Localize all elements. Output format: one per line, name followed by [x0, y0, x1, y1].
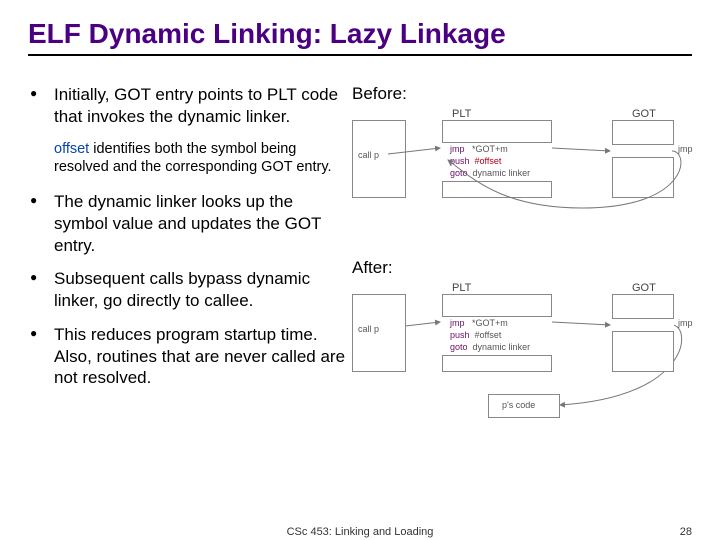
slide: ELF Dynamic Linking: Lazy Linkage Initia…	[0, 0, 720, 540]
content-row: Initially, GOT entry points to PLT code …	[28, 84, 692, 432]
bullet-3: Subsequent calls bypass dynamic linker, …	[28, 268, 348, 312]
bullet-1: Initially, GOT entry points to PLT code …	[28, 84, 348, 128]
footer-center: CSc 453: Linking and Loading	[287, 526, 434, 538]
before-diagram: call p PLT jmp *GOT+m push #offset goto …	[352, 108, 692, 228]
right-column: Before: call p PLT jmp *GOT+m push #offs…	[348, 84, 692, 432]
after-block: After: call p PLT jmp *GOT+m	[352, 258, 692, 432]
sub-bullet: offset identifies both the symbol being …	[28, 140, 348, 178]
slide-title: ELF Dynamic Linking: Lazy Linkage	[28, 18, 692, 56]
plt-label: PLT	[452, 108, 471, 120]
call-p-text-2: call p	[358, 324, 379, 334]
jmp-got-text: jmp *GOT+m	[450, 144, 508, 154]
page-number: 28	[680, 526, 692, 538]
got-label: GOT	[632, 108, 656, 120]
got-box-2	[612, 294, 674, 372]
jmp-side-text-2: jmp	[678, 318, 693, 328]
left-column: Initially, GOT entry points to PLT code …	[28, 84, 348, 432]
got-slot	[612, 144, 674, 158]
got-slot-2	[612, 318, 674, 332]
got-label-2: GOT	[632, 282, 656, 294]
bullet-2: The dynamic linker looks up the symbol v…	[28, 191, 348, 256]
push-text-2: push #offset	[450, 330, 501, 340]
after-diagram: call p PLT jmp *GOT+m push #offset goto …	[352, 282, 692, 432]
push-text: push #offset	[450, 156, 501, 166]
offset-keyword: offset	[54, 141, 89, 157]
bullet-4: This reduces program startup time. Also,…	[28, 324, 348, 389]
sub-bullet-rest: identifies both the symbol being resolve…	[54, 141, 332, 176]
goto-text: goto dynamic linker	[450, 168, 530, 178]
before-label: Before:	[352, 84, 692, 104]
after-label: After:	[352, 258, 692, 278]
got-box	[612, 120, 674, 198]
plt-label-2: PLT	[452, 282, 471, 294]
jmp-got-text-2: jmp *GOT+m	[450, 318, 508, 328]
jmp-side-text: jmp	[678, 144, 693, 154]
bullet-list-2: The dynamic linker looks up the symbol v…	[28, 191, 348, 389]
ps-code-text: p's code	[502, 400, 535, 410]
bullet-list: Initially, GOT entry points to PLT code …	[28, 84, 348, 128]
call-p-text: call p	[358, 150, 379, 160]
goto-text-2: goto dynamic linker	[450, 342, 530, 352]
